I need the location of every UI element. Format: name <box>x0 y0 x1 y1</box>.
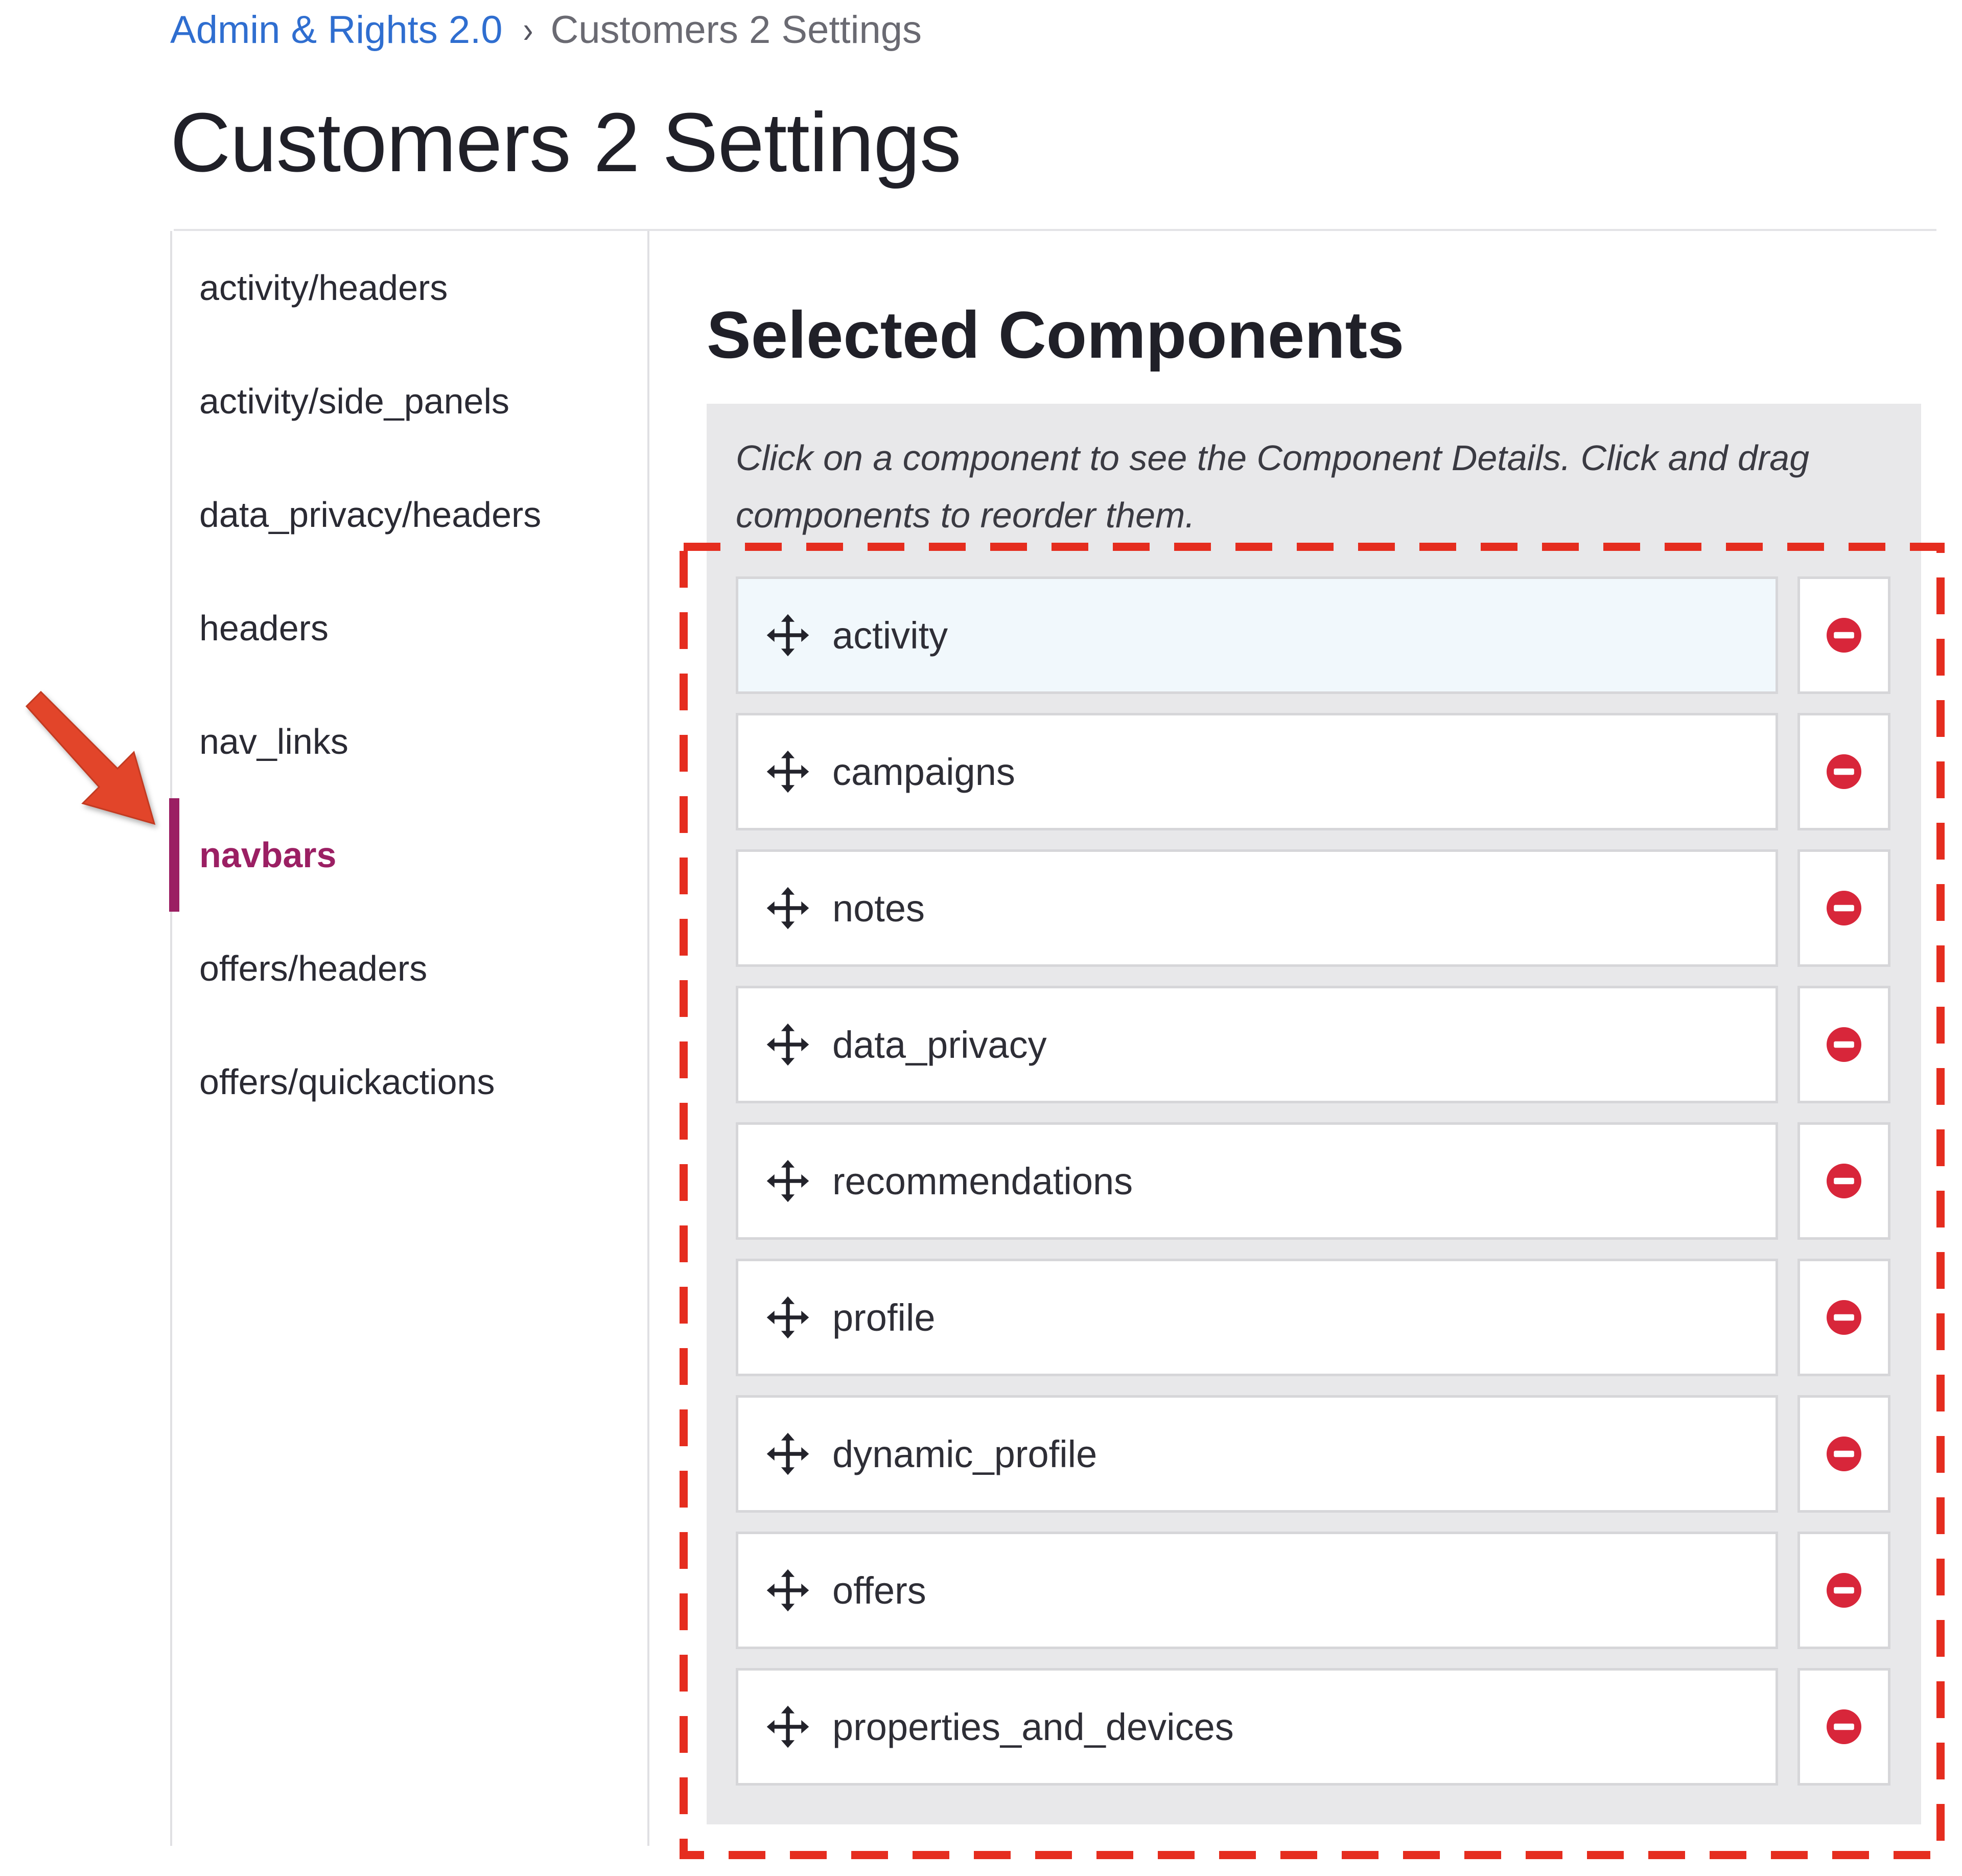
sidebar-item-label: activity/headers <box>199 268 448 308</box>
sidebar-item-label: nav_links <box>199 722 348 761</box>
help-text: Click on a component to see the Componen… <box>736 438 1810 535</box>
sidebar-item-label: activity/side_panels <box>199 381 509 421</box>
breadcrumb-link-admin-rights[interactable]: Admin & Rights 2.0 <box>170 8 503 52</box>
settings-page: Admin & Rights 2.0 › Customers 2 Setting… <box>0 0 1962 1876</box>
sidebar-item-label: headers <box>199 608 329 648</box>
sidebar-item-label: offers/quickactions <box>199 1062 495 1102</box>
sidebar-item-data-privacy-headers[interactable]: data_privacy/headers <box>172 458 647 571</box>
arrow-icon <box>25 690 156 825</box>
sidebar-item-navbars[interactable]: navbars <box>169 798 647 912</box>
sidebar-item-activity-side-panels[interactable]: activity/side_panels <box>172 344 647 458</box>
breadcrumb-separator-icon: › <box>523 9 533 51</box>
sidebar-item-label: data_privacy/headers <box>199 495 542 535</box>
sidebar-item-activity-headers[interactable]: activity/headers <box>172 231 647 344</box>
settings-sidebar: activity/headers activity/side_panels da… <box>169 231 649 1846</box>
annotation-dashed-border <box>680 543 1945 1859</box>
sidebar-item-offers-headers[interactable]: offers/headers <box>172 912 647 1025</box>
page-title: Customers 2 Settings <box>170 96 962 189</box>
sidebar-item-label: navbars <box>199 835 337 875</box>
sidebar-item-nav-links[interactable]: nav_links <box>172 685 647 798</box>
breadcrumb: Admin & Rights 2.0 › Customers 2 Setting… <box>170 4 922 55</box>
breadcrumb-current: Customers 2 Settings <box>550 8 922 52</box>
sidebar-item-label: offers/headers <box>199 948 428 988</box>
sidebar-item-offers-quickactions[interactable]: offers/quickactions <box>172 1025 647 1139</box>
section-title: Selected Components <box>707 297 1405 372</box>
active-indicator <box>169 798 179 912</box>
sidebar-item-headers[interactable]: headers <box>172 571 647 685</box>
